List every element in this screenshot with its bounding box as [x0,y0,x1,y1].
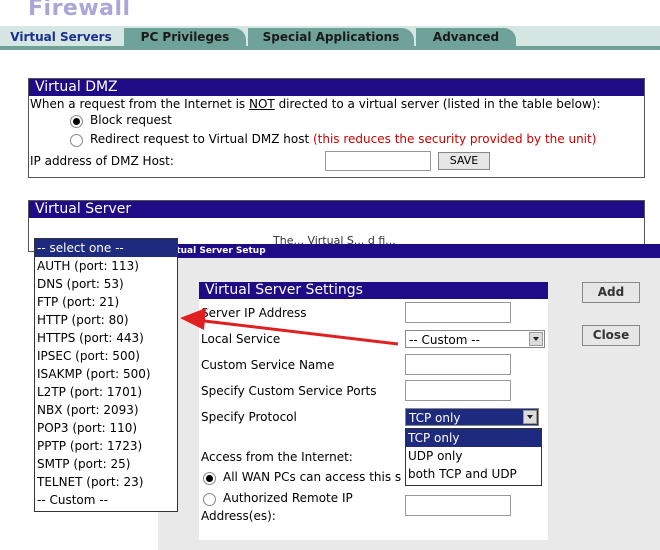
arrow-head [180,308,206,330]
arrow-shaft [195,318,399,346]
annotation-arrow-icon [180,308,399,346]
